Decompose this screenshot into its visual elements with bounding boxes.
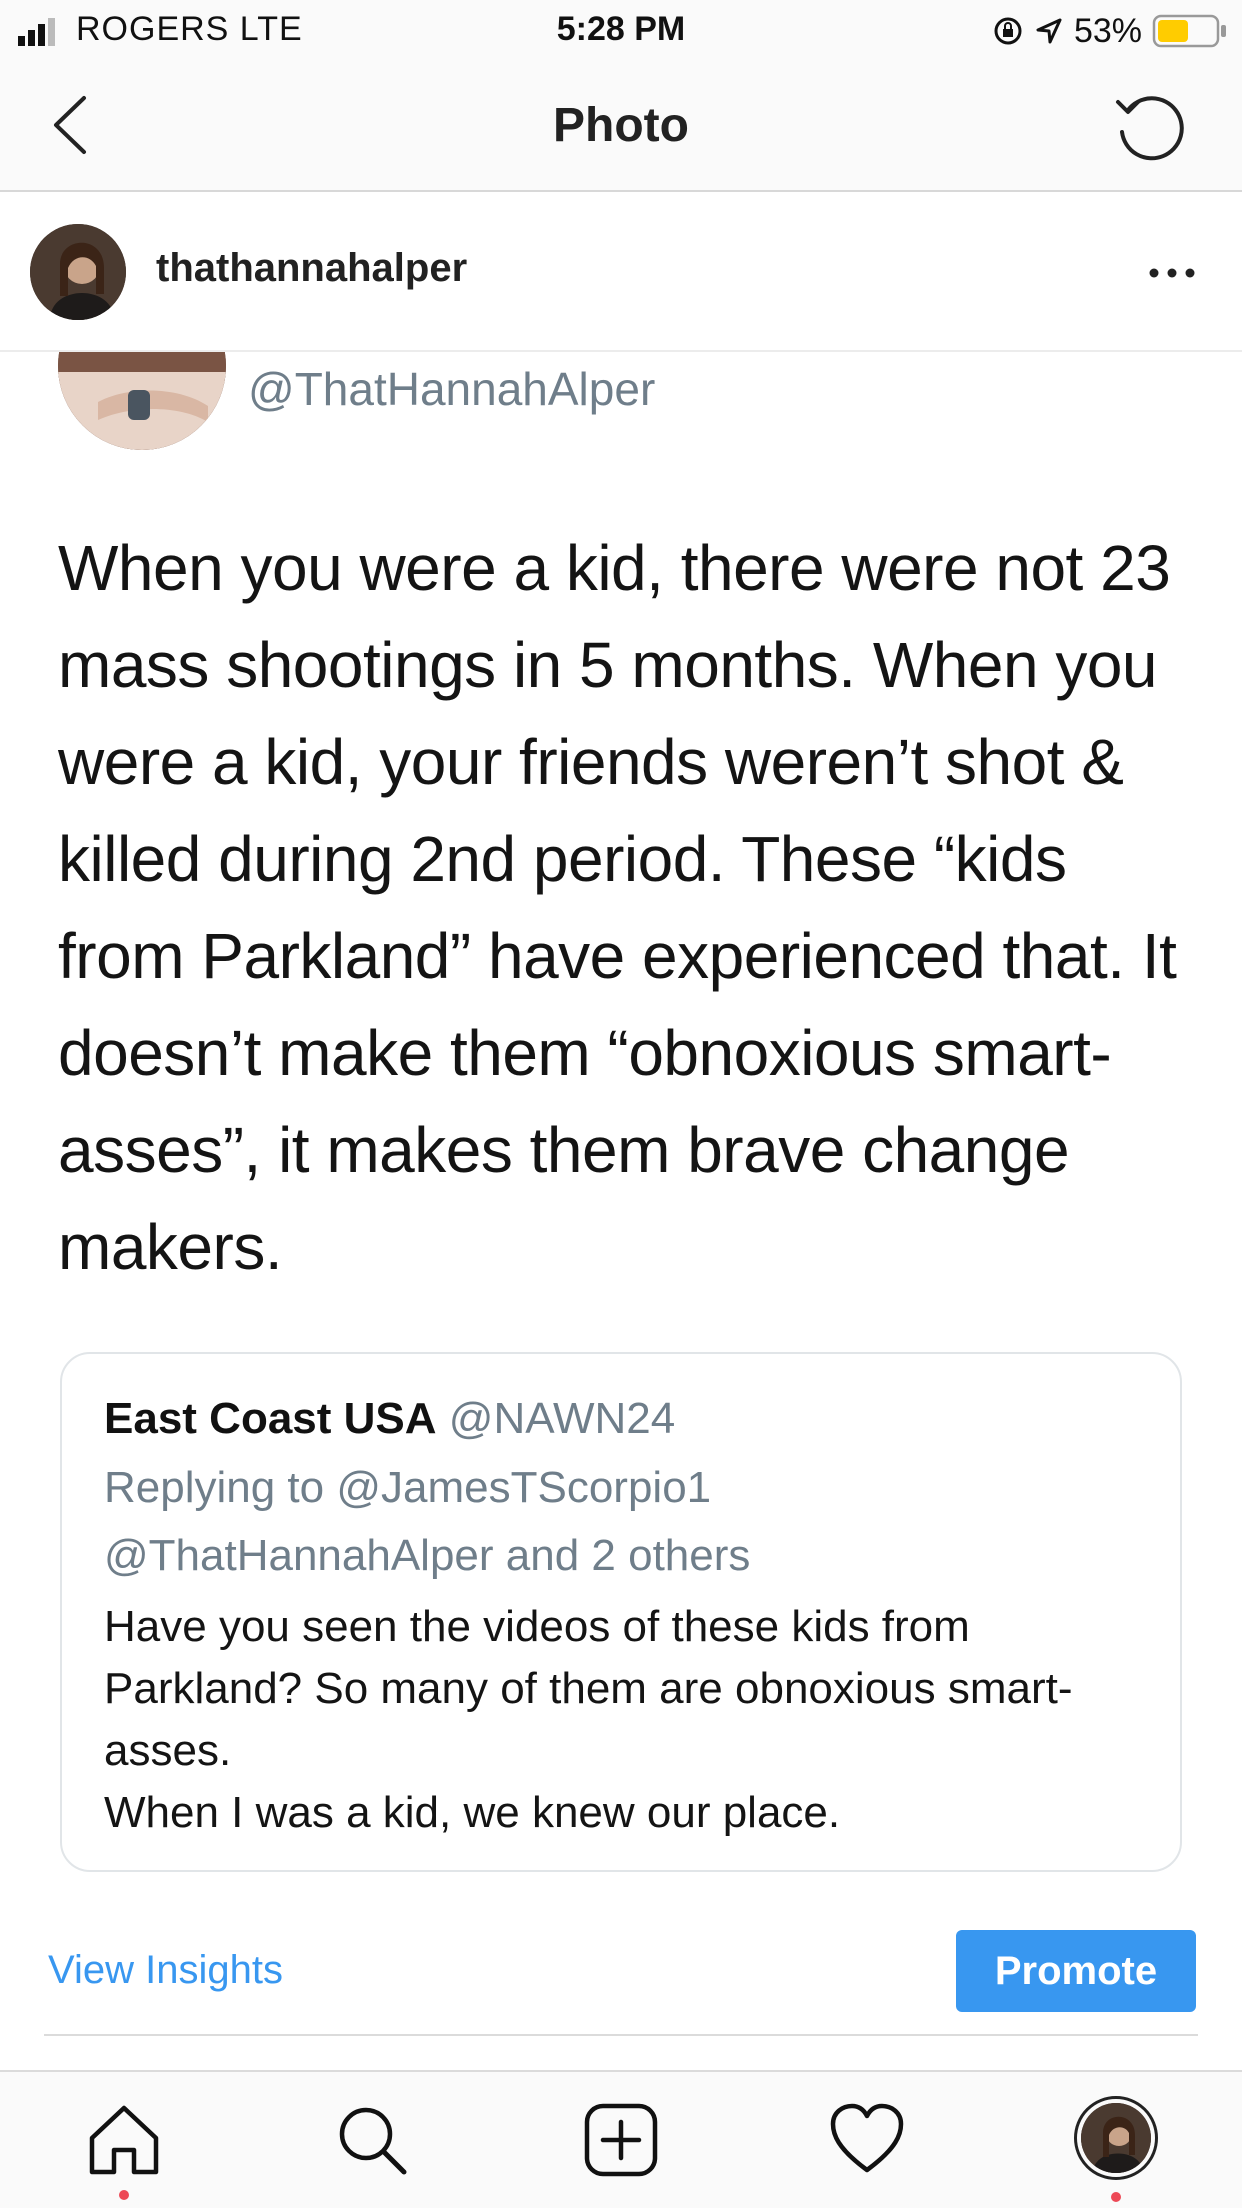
- quoted-text-line-1: Have you seen the videos of these kids f…: [104, 1602, 1073, 1775]
- nav-header: Photo: [0, 62, 1242, 192]
- bottom-tab-bar: [0, 2070, 1242, 2208]
- tweet-body: When you were a kid, there were not 23 m…: [58, 532, 1177, 1283]
- replying-to-line-2: @ThatHannahAlper and 2 others: [104, 1531, 751, 1580]
- more-options-icon[interactable]: [1142, 258, 1202, 288]
- status-bar: ROGERS LTE 5:28 PM 53%: [0, 0, 1242, 62]
- profile-notification-dot: [1111, 2192, 1121, 2202]
- post-header: thathannahalper: [0, 192, 1242, 352]
- avatar[interactable]: [30, 224, 126, 320]
- quoted-text-line-2: When I was a kid, we knew our place.: [104, 1788, 841, 1837]
- orientation-lock-icon: [994, 17, 1022, 45]
- post-username[interactable]: thathannahalper: [156, 246, 467, 291]
- view-insights-link[interactable]: View Insights: [48, 1948, 283, 1993]
- quoted-author: East Coast USA @NAWN24: [104, 1384, 1138, 1454]
- promote-button[interactable]: Promote: [956, 1930, 1196, 2012]
- tab-activity[interactable]: [827, 2100, 907, 2180]
- quoted-name: East Coast USA: [104, 1394, 437, 1443]
- post-photo: @ThatHannahAlper When you were a kid, th…: [0, 352, 1242, 1912]
- status-right: 53%: [992, 10, 1228, 52]
- home-notification-dot: [119, 2190, 129, 2200]
- tab-profile[interactable]: [1074, 2096, 1158, 2180]
- profile-avatar: [1081, 2103, 1151, 2173]
- heart-icon: [830, 2103, 904, 2173]
- quoted-handle: @NAWN24: [448, 1394, 676, 1443]
- tweet-handle: @ThatHannahAlper: [248, 363, 656, 415]
- rotate-icon[interactable]: [1110, 88, 1190, 168]
- quoted-text: Have you seen the videos of these kids f…: [104, 1596, 1138, 1844]
- tweet-avatar: [58, 352, 226, 450]
- replying-to-line-1: Replying to @JamesTScorpio1: [104, 1463, 712, 1512]
- tab-new-post[interactable]: [581, 2100, 661, 2180]
- home-icon: [89, 2105, 159, 2175]
- tab-home[interactable]: [84, 2100, 164, 2180]
- battery-percent: 53%: [1073, 11, 1142, 50]
- divider: [44, 2034, 1198, 2036]
- add-post-icon: [584, 2103, 658, 2177]
- location-arrow-icon: [1036, 18, 1062, 44]
- tab-search[interactable]: [332, 2100, 412, 2180]
- search-icon: [339, 2107, 407, 2175]
- page-title: Photo: [553, 99, 689, 152]
- battery-icon: [1152, 14, 1226, 48]
- quoted-tweet: East Coast USA @NAWN24 Replying to @Jame…: [60, 1352, 1182, 1872]
